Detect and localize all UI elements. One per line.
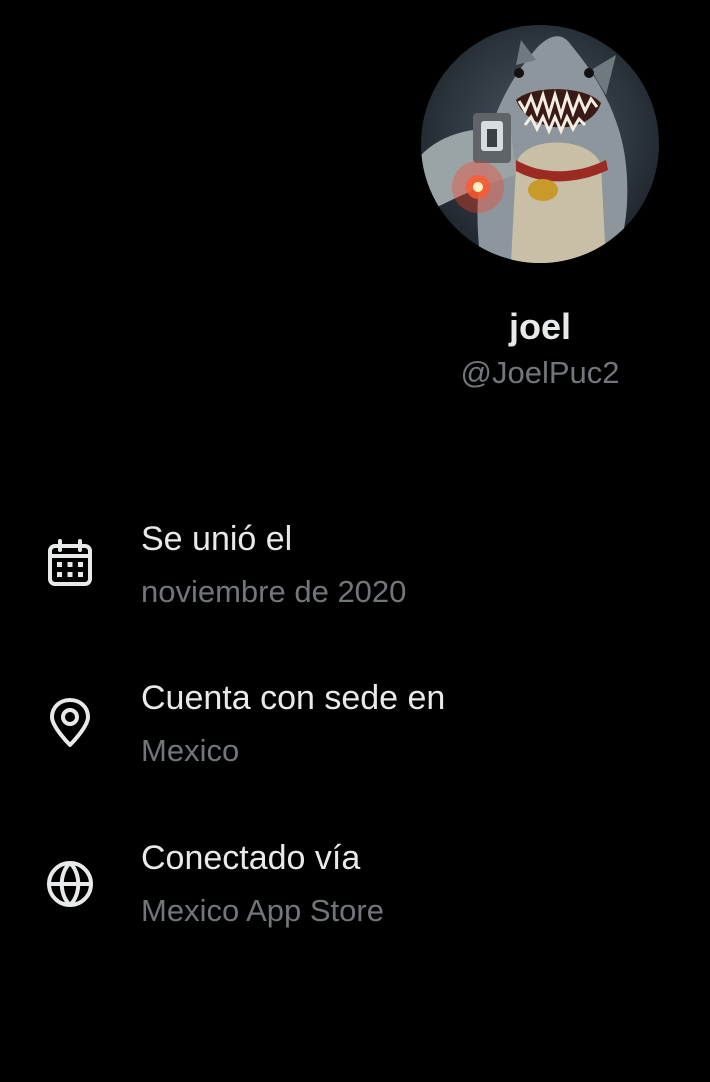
- avatar-image: [421, 36, 628, 263]
- connected-via-store: Mexico App Store: [141, 893, 384, 928]
- joined-date: noviembre de 2020: [141, 574, 407, 609]
- location-pin-icon: [50, 698, 90, 747]
- joined-label: Se unió el: [141, 520, 293, 558]
- connected-via-label: Conectado vía: [141, 839, 361, 877]
- connected-via-row: Conectado vía Mexico App Store: [0, 837, 710, 947]
- profile-avatar[interactable]: [421, 25, 659, 263]
- based-in-label: Cuenta con sede en: [141, 679, 446, 717]
- based-in-country: Mexico: [141, 733, 240, 768]
- profile-handle: @JoelPuc2: [460, 355, 620, 390]
- joined-row: Se unió el noviembre de 2020: [0, 518, 710, 628]
- globe-icon: [47, 861, 93, 907]
- based-in-row: Cuenta con sede en Mexico: [0, 677, 710, 787]
- profile-name: joel: [508, 306, 571, 347]
- calendar-icon: [48, 539, 92, 586]
